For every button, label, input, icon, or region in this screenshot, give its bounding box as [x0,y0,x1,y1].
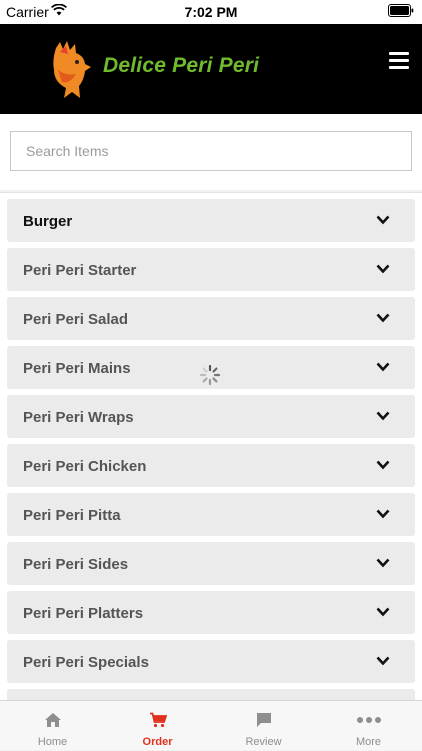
chevron-down-icon [376,607,390,617]
tab-order[interactable]: Order [105,701,210,751]
bottom-tab-bar: Home Order Review More [0,700,422,750]
app-header: Delice Peri Peri [0,24,422,114]
tab-label: More [355,736,382,748]
category-label: Peri Peri Salad [23,311,129,328]
category-label: Peri Peri Specials [23,654,149,671]
home-icon [45,713,61,727]
tab-home[interactable]: Home [0,701,105,751]
category-item[interactable]: Peri Peri Chicken [7,444,415,487]
chevron-down-icon [376,313,390,323]
tab-label: Home [37,736,68,748]
chevron-down-icon [376,362,390,372]
cart-icon [150,712,167,728]
tab-review[interactable]: Review [211,701,316,751]
category-label: Peri Peri Wraps [23,409,134,426]
search-input[interactable] [10,131,412,171]
tab-label: Order [142,736,173,748]
category-item[interactable]: Peri Peri Platters [7,591,415,634]
category-label: Peri Peri Pitta [23,507,121,524]
brand-name: Delice Peri Peri [103,54,260,77]
chevron-down-icon [376,215,390,225]
chevron-down-icon [376,558,390,568]
category-list: Burger Peri Peri Starter Peri Peri Salad… [0,192,422,700]
category-item[interactable]: Burger [7,199,415,242]
loading-spinner-icon [199,364,221,386]
category-label: Peri Peri Sides [23,556,129,573]
chevron-down-icon [376,264,390,274]
battery-icon [388,4,414,17]
chevron-down-icon [376,460,390,470]
hamburger-menu-icon[interactable] [389,52,409,70]
chevron-down-icon [376,411,390,421]
category-item[interactable]: Peri Peri Pitta [7,493,415,536]
status-bar: Carrier 7:02 PM [0,0,422,24]
tab-label: Review [245,736,282,748]
ellipsis-icon [357,717,381,723]
category-item-partial[interactable] [7,689,415,700]
rooster-logo-icon[interactable] [46,40,92,100]
status-time: 7:02 PM [184,4,238,20]
category-item[interactable]: Peri Peri Starter [7,248,415,291]
category-label: Burger [23,213,73,230]
category-label: Peri Peri Platters [23,605,144,622]
chat-bubble-icon [257,713,271,727]
category-label: Peri Peri Starter [23,262,137,279]
category-item[interactable]: Peri Peri Salad [7,297,415,340]
chevron-down-icon [376,656,390,666]
category-item[interactable]: Peri Peri Specials [7,640,415,683]
category-label: Peri Peri Chicken [23,458,147,475]
tab-more[interactable]: More [316,701,421,751]
category-item[interactable]: Peri Peri Sides [7,542,415,585]
search-area [0,114,422,190]
category-label: Peri Peri Mains [23,360,131,377]
category-item[interactable]: Peri Peri Wraps [7,395,415,438]
chevron-down-icon [376,509,390,519]
